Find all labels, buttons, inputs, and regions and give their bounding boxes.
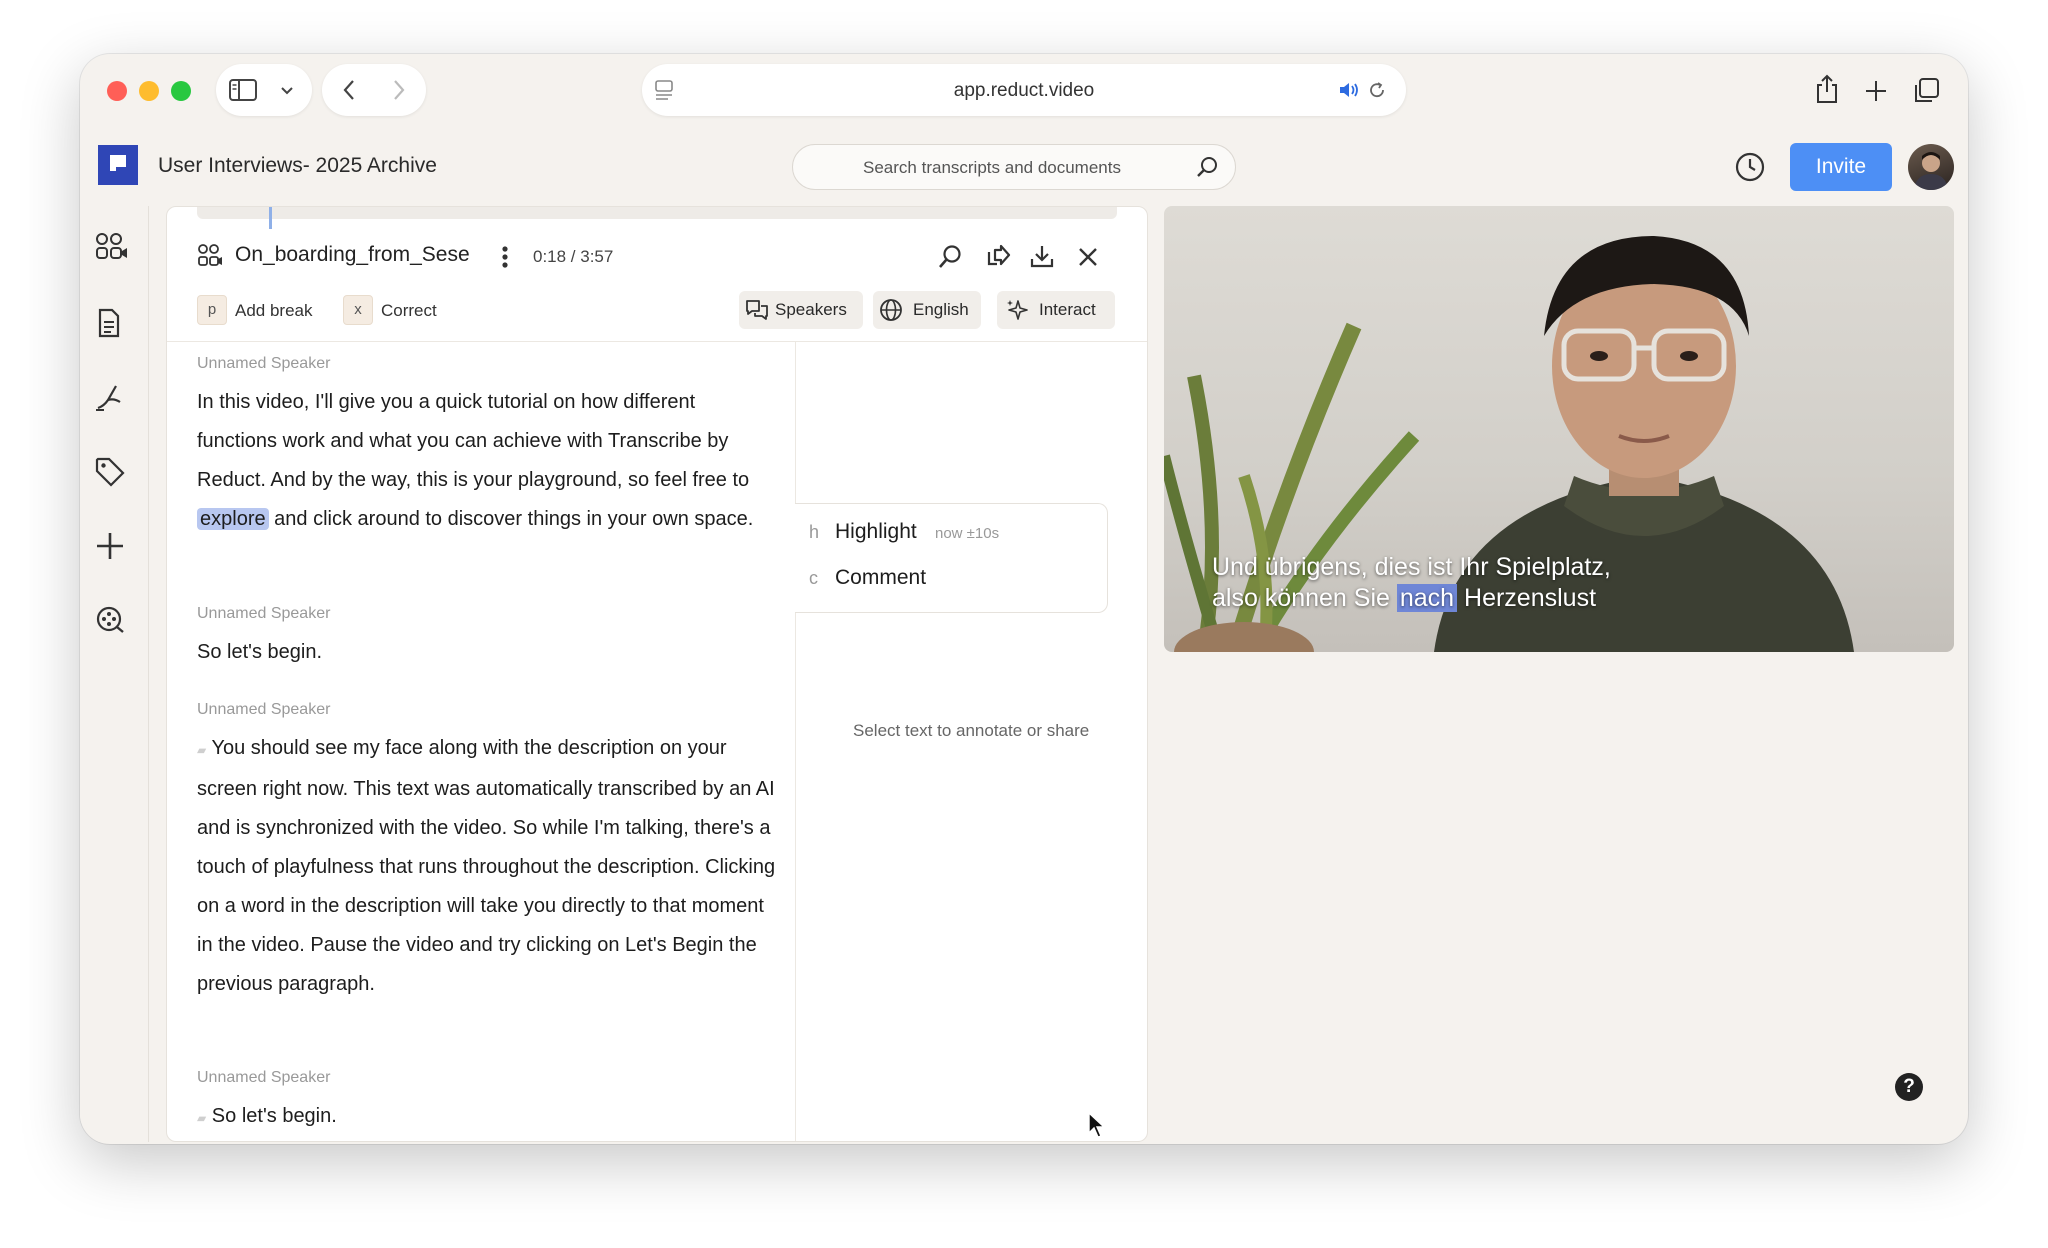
close-window-button[interactable] [107, 81, 127, 101]
document-title[interactable]: On_boarding_from_Sese [235, 243, 470, 267]
playback-time: 0:18 / 3:57 [533, 247, 614, 266]
invite-button[interactable]: Invite [1790, 143, 1892, 191]
playhead-marker[interactable] [269, 207, 272, 229]
speaker-label[interactable]: Unnamed Speaker [197, 701, 330, 719]
transcript-paragraph[interactable]: ▰ So let's begin. [197, 1097, 777, 1138]
sidebar-toggle-button[interactable] [216, 64, 312, 116]
transcript-paragraph[interactable]: In this video, I'll give you a quick tut… [197, 383, 777, 539]
url-text: app.reduct.video [953, 80, 1095, 101]
comment-shortcut-key: c [809, 568, 818, 588]
transcript-panel: On_boarding_from_Sese 0:18 / 3:57 p Add … [166, 206, 1148, 1142]
speaker-label[interactable]: Unnamed Speaker [197, 355, 330, 373]
correct-shortcut-key: x [343, 295, 373, 325]
correct-button[interactable]: Correct [381, 301, 437, 321]
mouse-cursor-icon [1088, 1111, 1106, 1138]
annotate-hint: Select text to annotate or share [853, 721, 1090, 740]
globe-icon [880, 299, 902, 321]
caption-highlighted-word: nach [1396, 584, 1458, 612]
user-avatar[interactable] [1908, 144, 1954, 190]
paragraph-marker-icon: ▰ [197, 1111, 207, 1125]
comment-option[interactable]: Comment [835, 566, 926, 590]
sidebar-icon [229, 79, 257, 101]
tab-overview-icon[interactable] [1912, 77, 1940, 105]
download-icon[interactable] [1029, 244, 1055, 270]
paragraph-marker-icon: ▰ [197, 743, 207, 757]
back-icon[interactable] [342, 79, 356, 101]
speech-bubbles-icon [746, 300, 768, 320]
annotation-menu: h Highlight now ±10s c Comment [795, 503, 1108, 613]
new-tab-icon[interactable] [1864, 79, 1888, 103]
forward-icon[interactable] [392, 79, 406, 101]
search-icon[interactable] [1195, 155, 1219, 179]
sparkle-icon [1007, 300, 1028, 320]
help-icon[interactable]: ? [1895, 1073, 1923, 1101]
video-caption: Und übrigens, dies ist Ihr Spielplatz, a… [1212, 553, 1611, 612]
more-options-icon[interactable] [501, 245, 509, 269]
search-input[interactable]: Search transcripts and documents [793, 158, 1191, 178]
add-break-shortcut-key: p [197, 295, 227, 325]
browser-window: app.reduct.video User Interviews- 2025 A… [80, 54, 1968, 1144]
speakers-label: Speakers [775, 300, 847, 319]
reload-icon[interactable] [1368, 81, 1386, 99]
interact-button[interactable]: Interact [997, 291, 1115, 329]
transcript-paragraph[interactable]: So let's begin. [197, 633, 777, 672]
speaker-label[interactable]: Unnamed Speaker [197, 605, 330, 623]
speakers-button[interactable]: Speakers [739, 291, 863, 329]
timeline-scrubber[interactable] [197, 207, 1117, 219]
highlight-shortcut-key: h [809, 522, 820, 542]
project-title[interactable]: User Interviews- 2025 Archive [158, 154, 437, 178]
highlight-option[interactable]: Highlight [835, 520, 917, 544]
left-navigation [80, 206, 149, 1142]
find-icon[interactable] [937, 244, 963, 270]
interact-label: Interact [1039, 300, 1096, 319]
tag-icon[interactable] [94, 456, 126, 488]
document-icon[interactable] [94, 308, 124, 338]
highlighted-word[interactable]: explore [197, 508, 269, 530]
reel-search-icon[interactable] [94, 604, 126, 636]
history-clock-icon[interactable] [1734, 151, 1766, 183]
transcript-paragraph[interactable]: ▰ You should see my face along with the … [197, 729, 777, 1004]
address-bar[interactable]: app.reduct.video [642, 64, 1406, 116]
zoom-window-button[interactable] [171, 81, 191, 101]
language-button[interactable]: English [873, 291, 981, 329]
reduct-logo[interactable] [98, 145, 138, 185]
speaker-icon[interactable] [1338, 81, 1360, 99]
share-forward-icon[interactable] [983, 244, 1011, 270]
people-icon[interactable] [94, 232, 128, 262]
add-icon[interactable] [94, 530, 126, 562]
browser-toolbar: app.reduct.video [80, 54, 1968, 130]
pen-tool-icon[interactable] [94, 382, 124, 412]
video-player[interactable]: Und übrigens, dies ist Ihr Spielplatz, a… [1164, 206, 1954, 652]
highlight-range-hint: now ±10s [935, 525, 1000, 542]
add-break-button[interactable]: Add break [235, 301, 313, 321]
speakers-group-icon [198, 244, 222, 266]
speaker-label[interactable]: Unnamed Speaker [197, 1069, 330, 1087]
search-box[interactable]: Search transcripts and documents [792, 144, 1236, 190]
minimize-window-button[interactable] [139, 81, 159, 101]
navigation-buttons [322, 64, 426, 116]
chevron-down-icon [281, 87, 293, 95]
language-label: English [913, 300, 969, 319]
share-icon[interactable] [1814, 74, 1840, 104]
close-icon[interactable] [1077, 246, 1099, 268]
